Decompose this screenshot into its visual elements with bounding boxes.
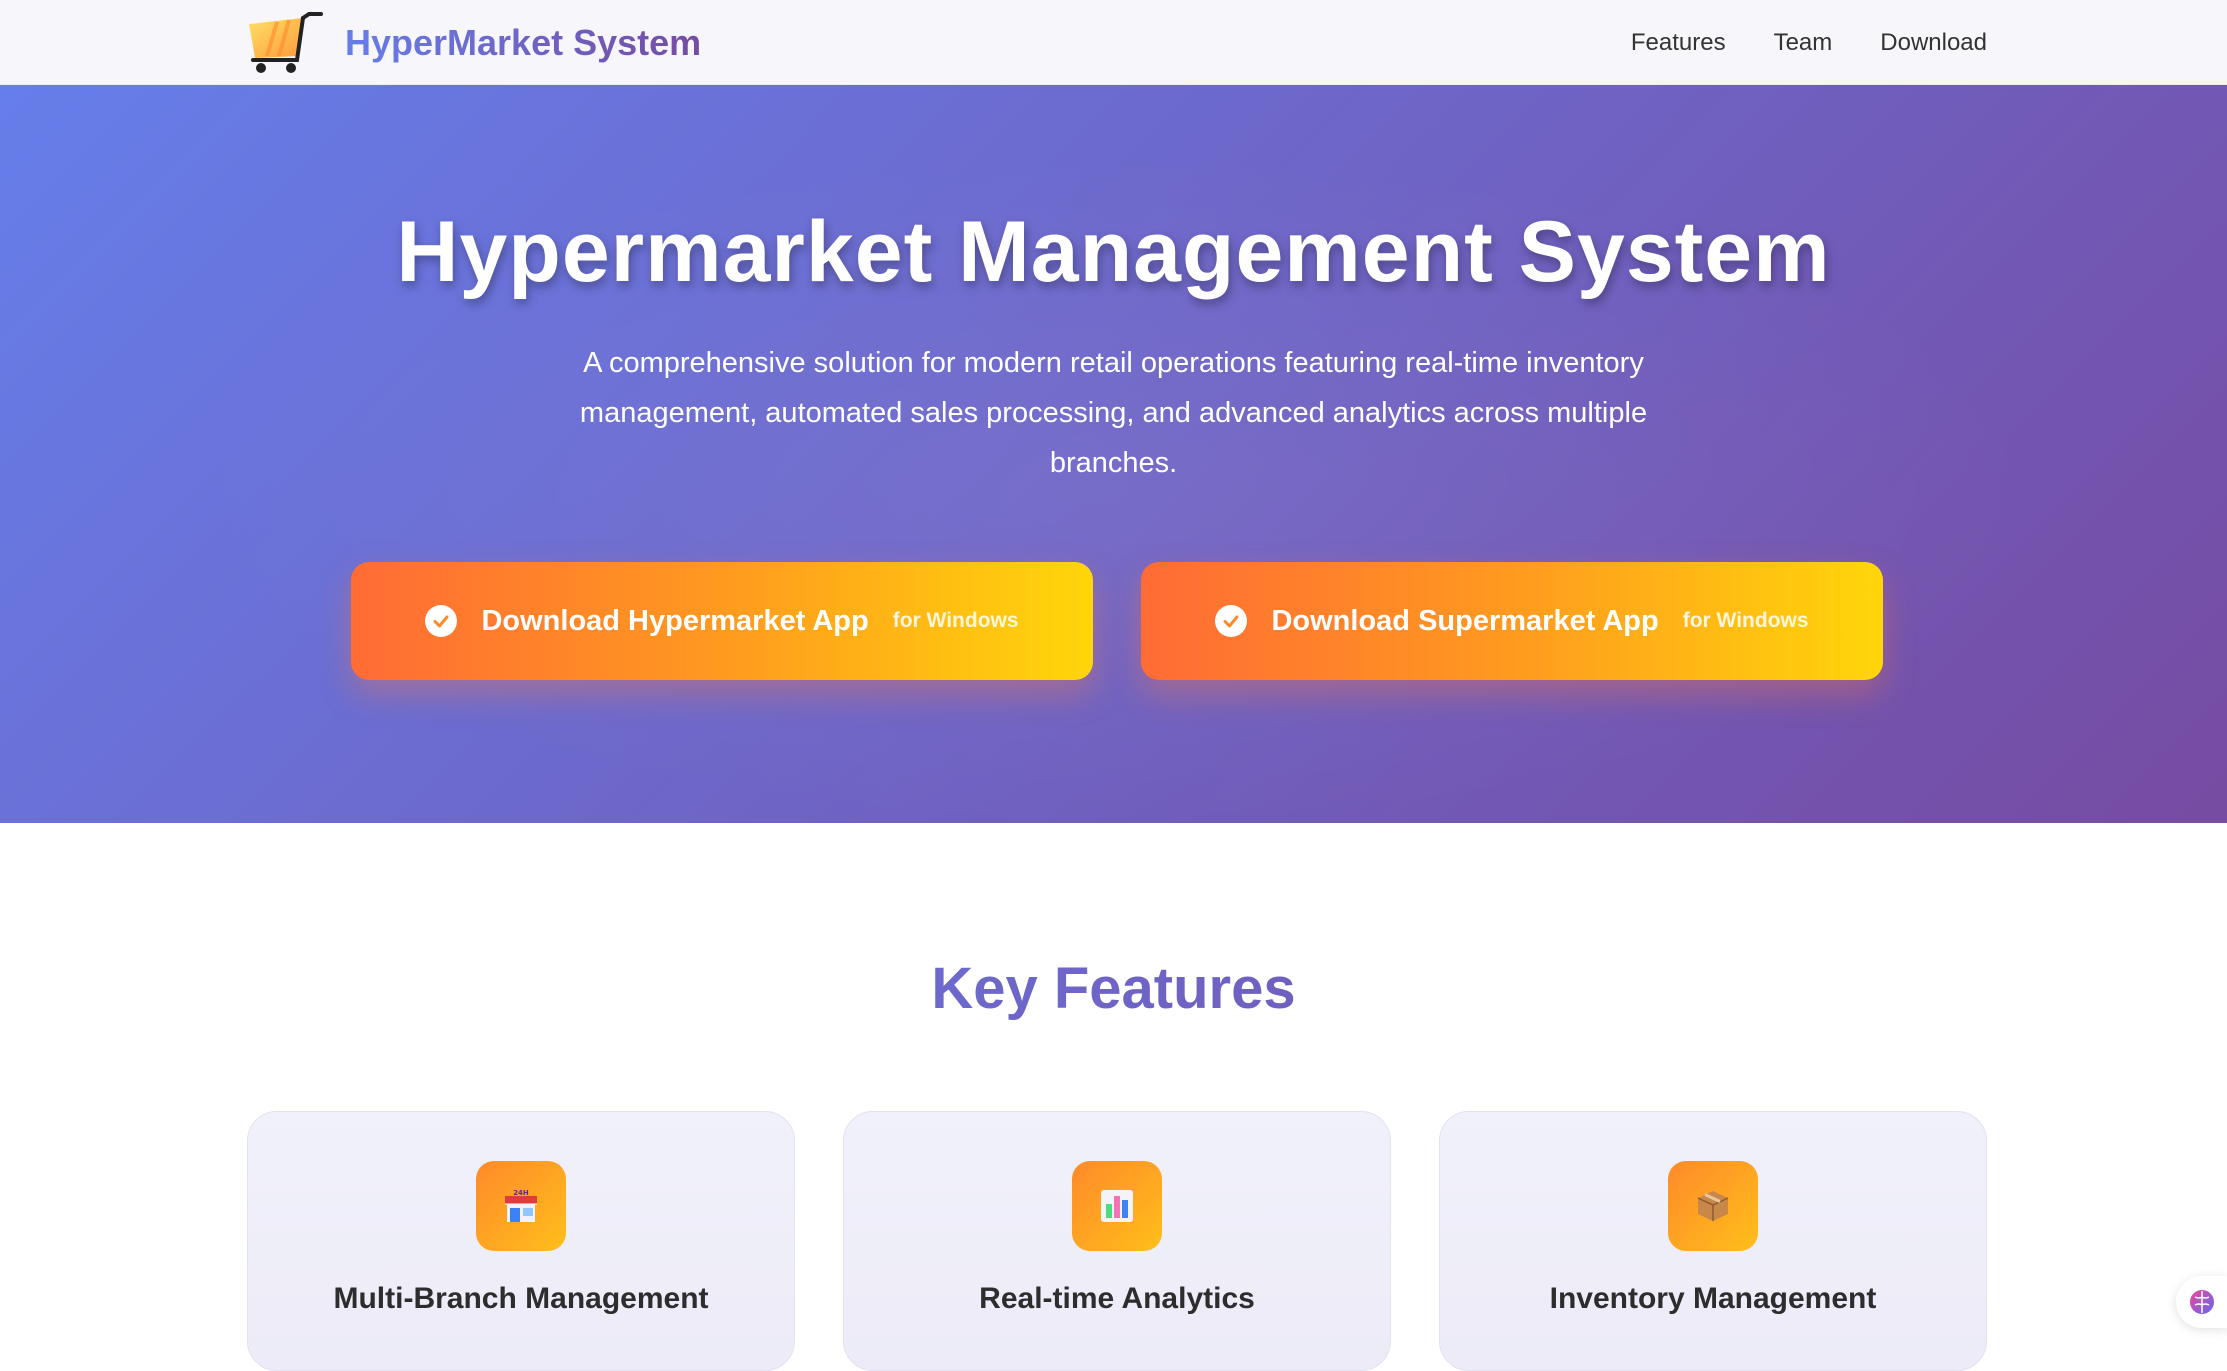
brand-name: HyperMarket System <box>345 21 702 63</box>
nav-link-download[interactable]: Download <box>1880 29 1987 57</box>
check-circle-icon <box>1215 605 1248 637</box>
features-section-title: Key Features <box>0 955 2227 1022</box>
download-hypermarket-label: Download Hypermarket App <box>481 604 869 637</box>
nav-link-team[interactable]: Team <box>1774 29 1833 57</box>
nav-links: Features Team Download <box>1583 0 1987 85</box>
feature-title: Real-time Analytics <box>979 1282 1255 1315</box>
check-circle-icon <box>425 605 458 637</box>
assistant-floating-button[interactable] <box>2176 1276 2227 1328</box>
hero-subtitle: A comprehensive solution for modern reta… <box>579 347 1648 479</box>
store-icon: 24H <box>476 1161 566 1251</box>
svg-text:24H: 24H <box>513 1189 529 1197</box>
hero-title: Hypermarket Management System <box>396 204 1831 300</box>
brain-icon <box>2190 1290 2214 1314</box>
feature-title: Inventory Management <box>1549 1282 1877 1315</box>
bar-chart-icon <box>1072 1161 1162 1251</box>
shopping-cart-logo-icon <box>249 11 323 73</box>
feature-card-inventory: Inventory Management <box>1439 1111 1987 1371</box>
brand[interactable]: HyperMarket System <box>245 0 701 85</box>
feature-title: Multi-Branch Management <box>333 1282 709 1315</box>
hero-section: Hypermarket Management System A comprehe… <box>0 85 2227 823</box>
download-supermarket-button[interactable]: Download Supermarket App for Windows <box>1141 562 1883 680</box>
download-hypermarket-platform: for Windows <box>892 609 1019 632</box>
nav-link-features[interactable]: Features <box>1631 29 1726 57</box>
package-icon <box>1668 1161 1758 1251</box>
top-navbar: HyperMarket System Features Team Downloa… <box>0 0 2227 85</box>
feature-card-multi-branch: 24H Multi-Branch Management <box>247 1111 795 1371</box>
download-supermarket-label: Download Supermarket App <box>1271 604 1659 637</box>
download-hypermarket-button[interactable]: Download Hypermarket App for Windows <box>351 562 1093 680</box>
download-supermarket-platform: for Windows <box>1682 609 1809 632</box>
feature-card-analytics: Real-time Analytics <box>843 1111 1391 1371</box>
